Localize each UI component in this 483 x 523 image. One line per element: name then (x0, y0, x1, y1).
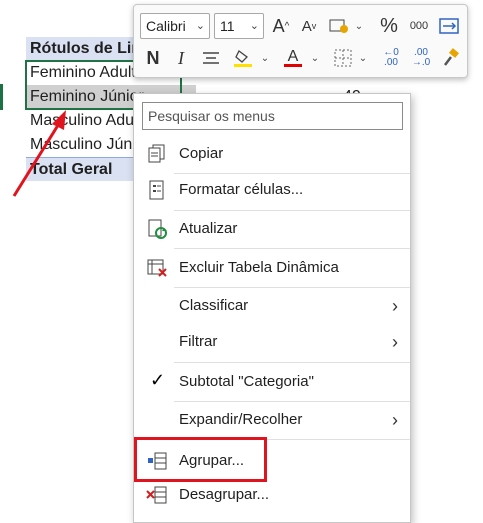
menu-separator (174, 439, 410, 440)
font-color-button[interactable]: A (280, 45, 306, 71)
menu-separator (174, 401, 410, 402)
menu-item-formatar-celulas[interactable]: Formatar células... (134, 175, 410, 205)
menu-item-label: Excluir Tabela Dinâmica (179, 259, 339, 276)
thousands-separator-button[interactable]: 000 (406, 13, 432, 39)
decrease-decimal-icon[interactable]: .00 →.0 (408, 45, 434, 71)
menu-item-desagrupar[interactable]: Desagrupar... (134, 480, 410, 510)
format-painter-icon[interactable] (438, 45, 464, 71)
font-size-value: 11 (220, 18, 235, 34)
refresh-icon (148, 219, 167, 239)
menu-item-subtotal[interactable]: ✓ Subtotal "Categoria" (134, 367, 410, 397)
chevron-down-icon: ⌄ (249, 20, 259, 32)
menu-item-expandir-recolher[interactable]: Expandir/Recolher › (134, 405, 410, 435)
check-icon: ✓ (150, 370, 166, 390)
menu-separator (174, 362, 410, 363)
menu-item-label: Atualizar (179, 220, 238, 237)
menu-item-atualizar[interactable]: Atualizar (134, 214, 410, 244)
submenu-arrow-icon: › (392, 296, 398, 316)
menu-item-agrupar[interactable]: Agrupar... (134, 446, 410, 476)
menu-item-excluir-tabela[interactable]: Excluir Tabela Dinâmica (134, 253, 410, 283)
menu-item-label: Classificar (179, 297, 249, 314)
chevron-down-icon: ⌄ (195, 20, 205, 32)
font-color-swatch (284, 63, 302, 67)
font-color-letter: A (287, 47, 299, 65)
chevron-down-icon[interactable]: ⌄ (356, 45, 370, 71)
wrap-text-icon[interactable] (436, 13, 462, 39)
chevron-down-icon[interactable]: ⌄ (352, 13, 366, 39)
menu-item-label: Copiar (179, 145, 224, 162)
font-size-combo[interactable]: 11 ⌄ (214, 13, 264, 39)
menu-item-label: Filtrar (179, 333, 218, 350)
menu-separator (174, 210, 410, 211)
menu-separator (174, 248, 410, 249)
menu-item-copiar[interactable]: Copiar (134, 139, 410, 169)
borders-icon[interactable] (330, 45, 356, 71)
menu-item-label: Expandir/Recolher (179, 411, 303, 428)
copy-icon (148, 144, 165, 163)
font-name-combo[interactable]: Calibri ⌄ (140, 13, 210, 39)
chevron-down-icon[interactable]: ⌄ (308, 45, 322, 71)
mini-toolbar: Calibri ⌄ 11 ⌄ A ^ Av ⌄ % 000 N I ⌄ A ⌄ ⌄… (133, 4, 468, 78)
group-icon (148, 452, 167, 470)
menu-item-label: Formatar células... (179, 181, 304, 198)
menu-separator (174, 287, 410, 288)
menu-item-filtrar[interactable]: Filtrar › (134, 327, 410, 357)
chevron-down-icon[interactable]: ⌄ (258, 45, 272, 71)
italic-button[interactable]: I (168, 45, 194, 71)
percent-style-button[interactable]: % (376, 13, 402, 39)
submenu-arrow-icon: › (392, 332, 398, 352)
context-menu: Pesquisar os menus Copiar Formatar célul… (133, 93, 411, 523)
menu-item-label: Desagrupar... (179, 486, 270, 503)
increase-decimal-icon[interactable]: ←0.00 (378, 45, 404, 71)
menu-search-input[interactable]: Pesquisar os menus (142, 102, 403, 130)
submenu-arrow-icon: › (392, 410, 398, 430)
cell-styles-icon[interactable] (326, 13, 352, 39)
format-cells-icon (149, 180, 164, 200)
menu-item-label: Agrupar... (179, 452, 245, 469)
bold-button[interactable]: N (140, 45, 166, 71)
decrease-font-icon[interactable]: Av (296, 13, 322, 39)
ungroup-icon (146, 486, 167, 504)
annotation-arrow-icon (12, 110, 66, 197)
delete-pivot-icon (147, 259, 167, 277)
menu-item-classificar[interactable]: Classificar › (134, 291, 410, 321)
increase-font-icon[interactable]: A ^ (268, 13, 294, 39)
align-center-icon[interactable] (198, 45, 224, 71)
menu-item-label: Subtotal "Categoria" (179, 373, 314, 390)
font-name-value: Calibri (146, 18, 186, 34)
menu-separator (174, 173, 410, 174)
fill-color-icon[interactable] (230, 45, 256, 71)
